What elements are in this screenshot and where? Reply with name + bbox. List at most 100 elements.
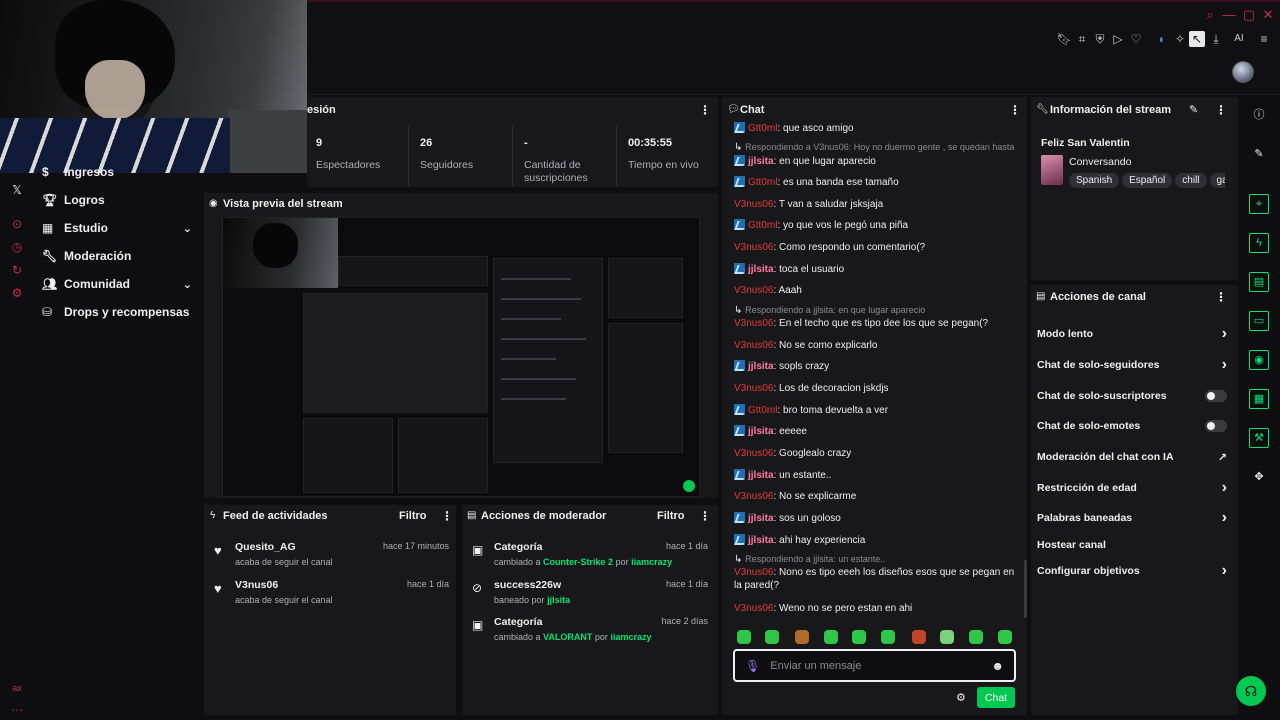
menu-icon[interactable]: ≡ bbox=[1256, 31, 1272, 47]
mod-target[interactable]: VALORANT bbox=[543, 632, 592, 642]
sidebar-item-studio[interactable]: ▦ Estudio ⌄ bbox=[42, 217, 192, 239]
chevron-right-icon[interactable]: › bbox=[1222, 509, 1227, 527]
sidebar-item-income[interactable]: $ Ingresos bbox=[42, 162, 192, 182]
emote-icon[interactable] bbox=[765, 630, 779, 644]
clipboard-icon[interactable]: ▤ bbox=[1249, 272, 1269, 292]
sidebar-item-community[interactable]: 👥︎ Comunidad ⌄ bbox=[42, 273, 192, 295]
close-icon[interactable]: ✕ bbox=[1261, 8, 1275, 22]
channel-action-item[interactable]: Restricción de edad › bbox=[1037, 479, 1227, 497]
chat-username[interactable]: jjlsita bbox=[748, 264, 774, 275]
pointer-icon[interactable]: ↖ bbox=[1189, 31, 1205, 47]
emote-icon[interactable] bbox=[795, 630, 809, 644]
target-icon[interactable]: ⌖ bbox=[1249, 194, 1269, 214]
stream-info-kebab-icon[interactable]: ⋮ bbox=[1215, 103, 1227, 117]
tag[interactable]: Spanish bbox=[1069, 173, 1120, 188]
bookmark-icon[interactable]: 🔖︎ bbox=[1056, 31, 1072, 47]
chat-username[interactable]: V3nus06 bbox=[734, 318, 773, 329]
chat-username[interactable]: jjlsita bbox=[748, 361, 774, 372]
emote-icon[interactable] bbox=[881, 630, 895, 644]
chat-username[interactable]: V3nus06 bbox=[734, 340, 773, 351]
channel-action-item[interactable]: Hostear canal bbox=[1037, 537, 1227, 553]
chevron-right-icon[interactable]: › bbox=[1222, 356, 1227, 374]
chat-username[interactable]: Gtt0ml bbox=[748, 405, 777, 416]
sidebar-item-achievements[interactable]: 🏆︎ Logros bbox=[42, 189, 192, 211]
chevron-down-icon[interactable]: ⌄ bbox=[183, 222, 192, 235]
emote-icon[interactable] bbox=[824, 630, 838, 644]
search-icon[interactable]: ⌕ bbox=[1203, 8, 1217, 22]
ai-button[interactable]: AI bbox=[1228, 31, 1250, 47]
wrench-icon[interactable]: ⚒ bbox=[1249, 428, 1269, 448]
emote-icon[interactable] bbox=[737, 630, 751, 644]
layout-icon[interactable]: ▦ bbox=[1249, 389, 1269, 409]
download-icon[interactable]: ⤓ bbox=[1208, 31, 1224, 47]
settings-icon[interactable]: ⚙ bbox=[10, 286, 24, 300]
chat-username[interactable]: V3nus06 bbox=[734, 448, 773, 459]
crop-icon[interactable]: ⌗ bbox=[1074, 31, 1090, 47]
pencil-icon[interactable]: ✎ bbox=[1189, 103, 1198, 116]
tag[interactable]: gar bbox=[1209, 173, 1225, 188]
chevron-right-icon[interactable]: › bbox=[1222, 479, 1227, 497]
chevron-right-icon[interactable]: › bbox=[1222, 562, 1227, 580]
gear-icon[interactable]: ⚙ bbox=[956, 691, 966, 704]
chat-username[interactable]: Gtt0ml bbox=[748, 177, 777, 188]
play-icon[interactable]: ▷ bbox=[1110, 31, 1126, 47]
mod-target[interactable]: jjlsita bbox=[547, 595, 570, 605]
emote-icon[interactable] bbox=[998, 630, 1012, 644]
chat-username[interactable]: V3nus06 bbox=[734, 199, 773, 210]
mod-who[interactable]: iiamcrazy bbox=[610, 632, 651, 642]
session-kebab-icon[interactable]: ⋮ bbox=[699, 103, 711, 117]
heart-icon[interactable]: ♡ bbox=[1128, 31, 1144, 47]
puzzle-icon[interactable]: ✥ bbox=[1250, 468, 1268, 486]
chat-reply-context[interactable]: ↳ Respondiendo a jjlsita: un estante.. bbox=[734, 553, 1019, 566]
emoji-icon[interactable]: ☻ bbox=[991, 659, 1004, 673]
extension-icon[interactable]: ✧ bbox=[1172, 31, 1188, 47]
channel-action-item[interactable]: Chat de solo-emotes bbox=[1037, 418, 1227, 434]
chat-send-button[interactable]: Chat bbox=[977, 687, 1015, 708]
mod-target[interactable]: Counter-Strike 2 bbox=[543, 557, 613, 567]
chat-username[interactable]: jjlsita bbox=[748, 535, 774, 546]
info-icon[interactable]: ⓘ bbox=[1250, 106, 1268, 124]
mod-who[interactable]: iiamcrazy bbox=[631, 557, 672, 567]
modactions-filter-button[interactable]: Filtro bbox=[657, 510, 685, 522]
chat-username[interactable]: V3nus06 bbox=[734, 242, 773, 253]
external-link-icon[interactable]: ↗ bbox=[1218, 451, 1227, 464]
tag[interactable]: chill bbox=[1175, 173, 1207, 188]
chat-input[interactable] bbox=[770, 659, 992, 672]
chat-scrollbar[interactable] bbox=[1024, 560, 1027, 618]
modactions-kebab-icon[interactable]: ⋮ bbox=[699, 509, 711, 523]
channel-action-item[interactable]: Modo lento › bbox=[1037, 325, 1227, 343]
chat-kebab-icon[interactable]: ⋮ bbox=[1009, 103, 1021, 117]
more-icon[interactable]: ⋯ bbox=[10, 703, 24, 717]
chat-username[interactable]: jjlsita bbox=[748, 426, 774, 437]
emote-icon[interactable] bbox=[852, 630, 866, 644]
channel-action-item[interactable]: Configurar objetivos › bbox=[1037, 562, 1227, 580]
chat-username[interactable]: jjlsita bbox=[748, 156, 774, 167]
channel-action-item[interactable]: Palabras baneadas › bbox=[1037, 509, 1227, 527]
chat-bubble-icon[interactable]: ▭ bbox=[1249, 311, 1269, 331]
pencil-icon[interactable]: ✎ bbox=[1250, 145, 1268, 163]
chat-username[interactable]: V3nus06 bbox=[734, 383, 773, 394]
activity-filter-button[interactable]: Filtro bbox=[399, 510, 427, 522]
chat-username[interactable]: V3nus06 bbox=[734, 603, 773, 614]
bolt-icon[interactable]: ϟ bbox=[1249, 233, 1269, 253]
x-icon[interactable]: 𝕏 bbox=[10, 183, 24, 197]
emote-icon[interactable] bbox=[940, 630, 954, 644]
chevron-down-icon[interactable]: ⌄ bbox=[183, 278, 192, 291]
sidebar-item-drops[interactable]: ⛁ Drops y recompensas bbox=[42, 301, 202, 323]
toggle-switch[interactable] bbox=[1205, 390, 1227, 402]
chat-username[interactable]: jjlsita bbox=[748, 470, 774, 481]
chat-username[interactable]: jjlsita bbox=[748, 513, 774, 524]
clock-icon[interactable]: ◷ bbox=[10, 240, 24, 254]
maximize-icon[interactable]: ▢ bbox=[1242, 8, 1256, 22]
chat-username[interactable]: V3nus06 bbox=[734, 567, 773, 578]
broadcast-icon[interactable]: ◉ bbox=[1249, 350, 1269, 370]
record-icon[interactable]: ⊙ bbox=[10, 217, 24, 231]
chat-reply-context[interactable]: ↳ Respondiendo a jjlsita: en que lugar a… bbox=[734, 304, 1019, 317]
stream-preview[interactable] bbox=[222, 217, 700, 497]
minimize-icon[interactable]: — bbox=[1222, 8, 1236, 22]
channel-actions-kebab-icon[interactable]: ⋮ bbox=[1215, 290, 1227, 304]
avatar[interactable] bbox=[1232, 61, 1254, 83]
chevron-right-icon[interactable]: › bbox=[1222, 325, 1227, 343]
chat-username[interactable]: V3nus06 bbox=[734, 285, 773, 296]
activity-kebab-icon[interactable]: ⋮ bbox=[441, 509, 453, 523]
